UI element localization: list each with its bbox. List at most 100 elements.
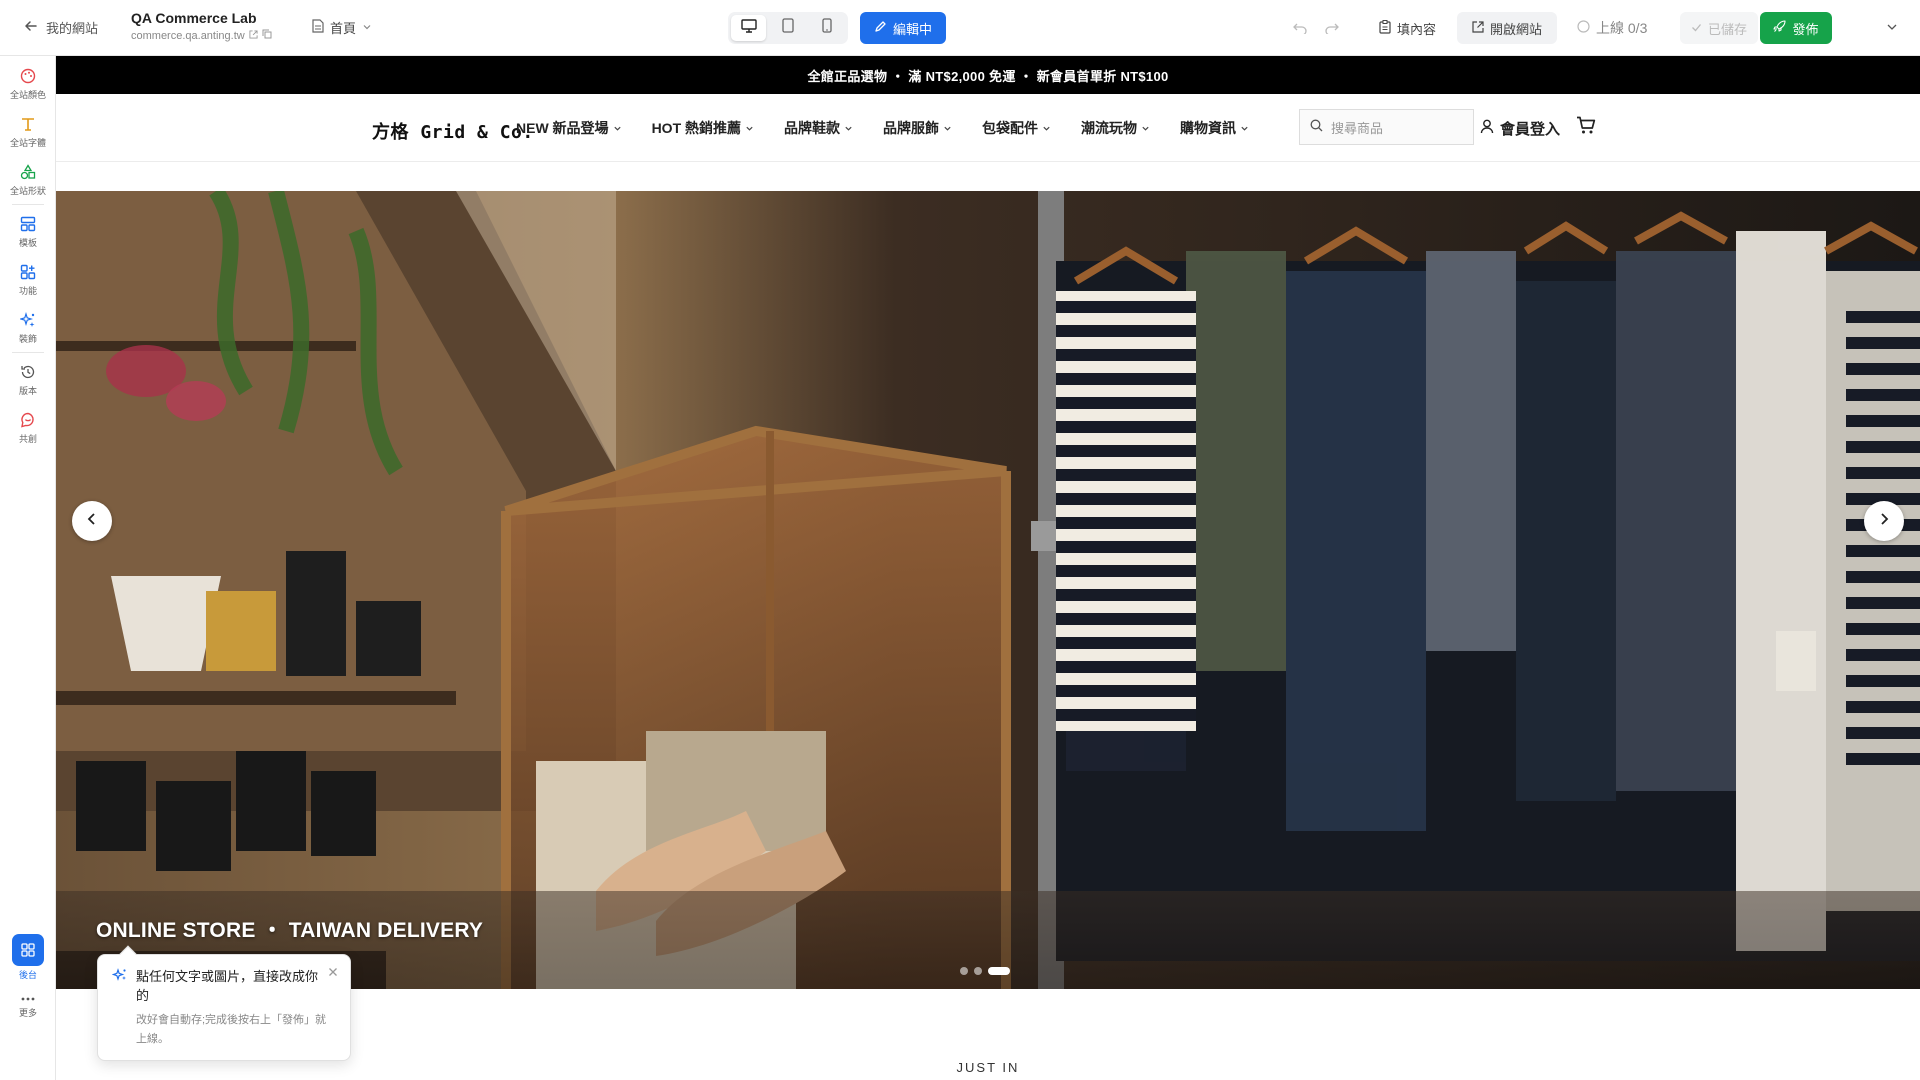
page-selector[interactable]: 首頁	[312, 18, 372, 37]
onboarding-tooltip: 點任何文字或圖片，直接改成你的 改好會自動存;完成後按右上「發佈」就上線。	[97, 945, 351, 1061]
chevron-down-icon	[1141, 120, 1150, 136]
desktop-view-button[interactable]	[731, 15, 767, 41]
rail-item-colors[interactable]: 全站顏色	[0, 68, 56, 101]
tooltip-close-button[interactable]	[328, 965, 338, 980]
device-toggle	[728, 12, 848, 44]
carousel-dot-active[interactable]	[988, 967, 1010, 975]
external-link-icon[interactable]	[249, 29, 258, 42]
rail-item-shapes[interactable]: 全站形狀	[0, 164, 56, 197]
user-icon	[1480, 119, 1494, 138]
template-icon	[20, 216, 36, 234]
announcement-bar[interactable]: 全館正品選物 ・ 滿 NT$2,000 免運 ・ 新會員首單折 NT$100	[56, 56, 1920, 94]
rail-label: 全站形狀	[9, 186, 46, 196]
sparkle-icon	[19, 312, 36, 330]
redo-icon[interactable]	[1325, 20, 1339, 37]
site-info: QA Commerce Lab commerce.qa.anting.tw	[131, 10, 272, 42]
section-title-just-in[interactable]: JUST IN	[56, 1060, 1920, 1075]
nav-item-bags[interactable]: 包袋配件	[982, 118, 1051, 138]
rail-label: 共創	[18, 434, 37, 444]
chevron-left-icon	[87, 512, 97, 531]
check-icon	[1691, 21, 1702, 36]
rail-label: 功能	[18, 286, 37, 296]
grid-icon	[12, 934, 44, 966]
chevron-down-icon	[745, 120, 754, 136]
hero-image[interactable]	[56, 191, 1920, 989]
back-label: 我的網站	[46, 21, 99, 36]
nav-item-info[interactable]: 購物資訊	[1180, 118, 1249, 138]
cart-button[interactable]	[1576, 116, 1596, 140]
rail-item-cocreate[interactable]: 共創	[0, 412, 56, 445]
hero-carousel[interactable]: ONLINE STORE ・ TAIWAN DELIVERY	[56, 191, 1920, 989]
edit-mode-button[interactable]: 編輯中	[860, 12, 946, 44]
close-icon	[328, 965, 338, 980]
nav-item-new[interactable]: NEW 新品登場	[516, 118, 622, 138]
chevron-down-icon	[844, 120, 853, 136]
store-search-input[interactable]: 搜尋商品	[1299, 109, 1474, 145]
history-controls	[1293, 12, 1339, 44]
online-status-label: 上線 0/3	[1596, 20, 1648, 36]
rail-label: 後台	[18, 970, 37, 980]
open-site-button[interactable]: 開啟網站	[1457, 12, 1557, 44]
publish-label: 發佈	[1792, 21, 1819, 37]
status-circle-icon	[1577, 20, 1590, 36]
nav-item-shoes[interactable]: 品牌鞋款	[784, 118, 853, 138]
saved-label: 已儲存	[1707, 21, 1747, 37]
store-logo[interactable]: 方格 Grid & Co.	[372, 118, 534, 144]
history-icon	[20, 364, 36, 382]
widgets-icon	[20, 264, 36, 282]
member-login-link[interactable]: 會員登入	[1480, 118, 1560, 139]
nav-item-apparel[interactable]: 品牌服飾	[883, 118, 952, 138]
chevron-down-icon	[362, 20, 372, 35]
publish-button[interactable]: 發佈	[1760, 12, 1832, 44]
site-preview-canvas: 全館正品選物 ・ 滿 NT$2,000 免運 ・ 新會員首單折 NT$100 方…	[56, 56, 1920, 1080]
search-placeholder: 搜尋商品	[1331, 120, 1384, 136]
search-icon	[1310, 119, 1323, 135]
edit-mode-label: 編輯中	[892, 21, 932, 37]
back-to-sites-button[interactable]: 我的網站	[24, 18, 98, 37]
nav-label: 購物資訊	[1180, 120, 1237, 136]
hero-caption[interactable]: ONLINE STORE ・ TAIWAN DELIVERY	[96, 914, 483, 944]
rail-item-widgets[interactable]: 功能	[0, 264, 56, 297]
rail-label: 裝飾	[18, 334, 37, 344]
undo-icon[interactable]	[1293, 20, 1307, 37]
rail-item-decorations[interactable]: 裝飾	[0, 312, 56, 345]
chat-icon	[20, 412, 36, 430]
nav-item-toys[interactable]: 潮流玩物	[1081, 118, 1150, 138]
nav-label: 包袋配件	[982, 120, 1039, 136]
chevron-down-icon	[1042, 120, 1051, 136]
sparkle-icon	[111, 967, 128, 1005]
login-label: 會員登入	[1500, 121, 1561, 138]
editor-sidebar: 全站顏色 全站字體 全站形狀 模板 功能 裝飾 版本 共創 後台 更多	[0, 56, 56, 1080]
shapes-icon	[20, 164, 36, 182]
palette-icon	[20, 68, 36, 86]
cart-icon	[1576, 116, 1596, 139]
rail-label: 更多	[18, 1008, 37, 1018]
rail-item-more[interactable]: 更多	[0, 994, 56, 1019]
rail-item-backend[interactable]: 後台	[0, 934, 56, 981]
fill-content-button[interactable]: 填內容	[1373, 12, 1442, 44]
tooltip-title: 點任何文字或圖片，直接改成你的	[136, 969, 319, 1003]
rail-label: 版本	[18, 386, 37, 396]
nav-label: HOT 熱銷推薦	[651, 120, 742, 136]
rail-label: 全站顏色	[9, 90, 46, 100]
copy-icon[interactable]	[262, 29, 272, 42]
nav-label: 品牌服飾	[883, 120, 940, 136]
external-link-icon	[1472, 20, 1484, 36]
tablet-icon	[782, 18, 794, 38]
nav-item-hot[interactable]: HOT 熱銷推薦	[652, 118, 754, 138]
saved-button[interactable]: 已儲存	[1680, 12, 1758, 44]
rail-divider	[12, 352, 44, 353]
fill-content-label: 填內容	[1397, 21, 1437, 37]
tablet-view-button[interactable]	[770, 15, 805, 41]
more-menu-button[interactable]	[1886, 12, 1898, 44]
mobile-view-button[interactable]	[810, 15, 845, 41]
open-site-label: 開啟網站	[1489, 21, 1542, 37]
rail-item-fonts[interactable]: 全站字體	[0, 116, 56, 149]
rail-item-history[interactable]: 版本	[0, 364, 56, 397]
rail-item-templates[interactable]: 模板	[0, 216, 56, 249]
carousel-next-button[interactable]	[1864, 501, 1904, 541]
carousel-prev-button[interactable]	[72, 501, 112, 541]
carousel-dot[interactable]	[960, 967, 968, 975]
carousel-dot[interactable]	[974, 967, 982, 975]
store-header: 方格 Grid & Co. NEW 新品登場 HOT 熱銷推薦 品牌鞋款 品牌服…	[56, 94, 1920, 162]
